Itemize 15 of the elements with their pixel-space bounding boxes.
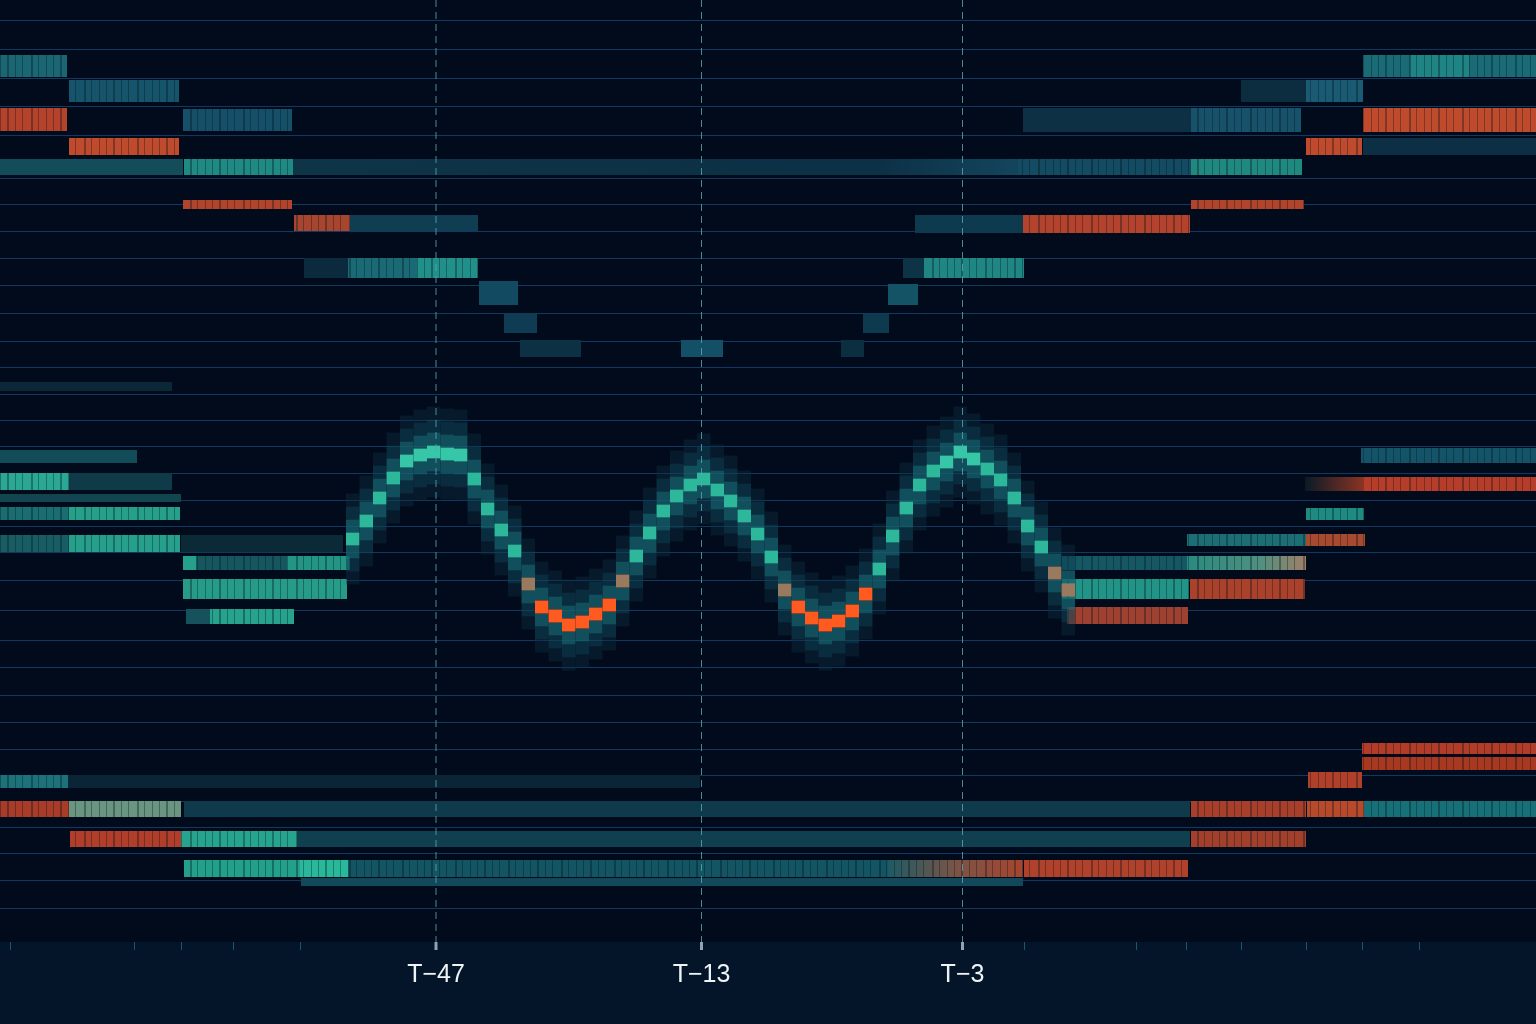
axis-label: T−47 <box>407 959 465 987</box>
axis-tick <box>233 942 234 950</box>
axis-label: T−13 <box>672 959 731 987</box>
axis-tick <box>1419 942 1420 950</box>
axis-tick <box>1362 942 1363 950</box>
axis-tick <box>1024 942 1025 950</box>
axis-tick <box>1186 942 1187 950</box>
axis-tick <box>1241 942 1242 950</box>
axis-tick <box>181 942 182 950</box>
axis-tick <box>300 942 301 950</box>
axis-tick <box>10 942 11 950</box>
axis-tick <box>1136 942 1137 950</box>
axis-tick <box>1306 942 1307 950</box>
axis-label: T−3 <box>940 959 985 987</box>
axis-tick <box>134 942 135 950</box>
